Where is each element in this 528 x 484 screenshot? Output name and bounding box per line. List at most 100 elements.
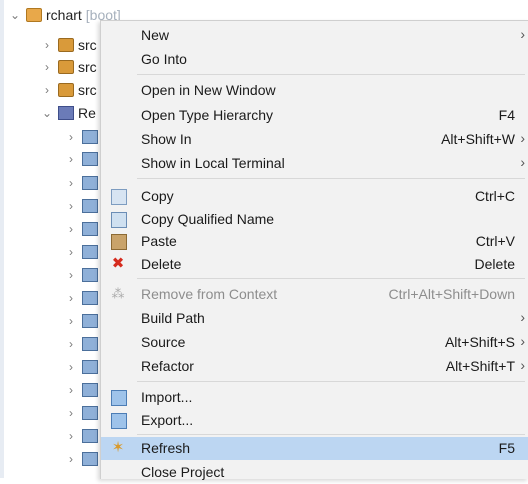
tree-item-src[interactable]: › src (40, 34, 97, 56)
copy-icon (111, 189, 127, 205)
tree-item-jar[interactable]: › (64, 356, 102, 378)
refresh-icon: ✶ (111, 439, 125, 456)
jar-icon (82, 222, 98, 236)
chevron-right-icon[interactable]: › (64, 429, 78, 443)
paste-icon (111, 234, 127, 250)
menu-separator (137, 381, 525, 382)
jar-icon (82, 452, 98, 466)
jar-icon (82, 152, 98, 166)
menu-item-label: Open Type Hierarchy (141, 107, 274, 123)
source-folder-icon (58, 38, 74, 52)
tree-item-src[interactable]: › src (40, 79, 97, 101)
delete-icon: ✖ (111, 255, 125, 272)
tree-item-jar[interactable]: › (64, 379, 102, 401)
menu-item-label: Go Into (141, 51, 187, 67)
tree-item-jar[interactable]: › (64, 287, 102, 309)
menu-item-shortcut: F5 (498, 440, 515, 456)
chevron-right-icon: › (520, 357, 525, 373)
jar-icon (82, 406, 98, 420)
library-icon (58, 106, 74, 120)
chevron-right-icon[interactable]: › (64, 360, 78, 374)
tree-item-label: src (78, 59, 97, 75)
chevron-down-icon[interactable]: ⌄ (40, 106, 54, 120)
menu-item-copy[interactable]: Copy Ctrl+C (101, 185, 528, 208)
menu-item-shortcut: Ctrl+V (475, 233, 515, 249)
menu-item-remove-from-context[interactable]: ⁂ Remove from Context Ctrl+Alt+Shift+Dow… (101, 283, 528, 306)
menu-separator (137, 434, 525, 435)
chevron-right-icon[interactable]: › (64, 130, 78, 144)
menu-item-label: Source (141, 334, 186, 350)
menu-item-shortcut: Alt+Shift+T (445, 358, 515, 374)
project-folder-icon (26, 8, 42, 22)
chevron-right-icon[interactable]: › (64, 245, 78, 259)
jar-icon (82, 245, 98, 259)
tree-item-src[interactable]: › src (40, 56, 97, 78)
chevron-right-icon[interactable]: › (64, 383, 78, 397)
menu-item-go-into[interactable]: Go Into (101, 48, 528, 71)
tree-item-jar[interactable]: › (64, 425, 102, 447)
jar-icon (82, 176, 98, 190)
chevron-right-icon[interactable]: › (64, 337, 78, 351)
remove-from-context-icon: ⁂ (111, 286, 125, 301)
chevron-right-icon[interactable]: › (64, 176, 78, 190)
menu-item-label: Refresh (141, 440, 191, 456)
tree-item-jar[interactable]: › (64, 218, 102, 240)
chevron-right-icon[interactable]: › (64, 268, 78, 282)
tree-item-jar[interactable]: › (64, 402, 102, 424)
jar-icon (82, 268, 98, 282)
menu-item-shortcut: F4 (498, 107, 515, 123)
chevron-right-icon[interactable]: › (40, 83, 54, 97)
menu-item-build-path[interactable]: Build Path › (101, 307, 528, 330)
tree-item-library[interactable]: ⌄ Re (40, 102, 96, 124)
menu-item-paste[interactable]: Paste Ctrl+V (101, 230, 528, 253)
menu-item-refresh[interactable]: ✶ Refresh F5 (101, 437, 528, 460)
menu-item-label: Show in Local Terminal (141, 155, 285, 171)
tree-item-jar[interactable]: › (64, 333, 102, 355)
chevron-right-icon[interactable]: › (64, 152, 78, 166)
chevron-down-icon[interactable]: ⌄ (8, 8, 22, 22)
menu-item-label: Copy (141, 188, 174, 204)
jar-icon (82, 360, 98, 374)
menu-item-label: Import... (141, 389, 193, 405)
menu-item-refactor[interactable]: Refactor Alt+Shift+T › (101, 355, 528, 378)
tree-item-jar[interactable]: › (64, 241, 102, 263)
menu-item-open-type-hierarchy[interactable]: Open Type Hierarchy F4 (101, 104, 528, 127)
tree-item-jar[interactable]: › (64, 310, 102, 332)
menu-item-import[interactable]: Import... (101, 386, 528, 409)
tree-item-jar[interactable]: › (64, 148, 102, 170)
menu-item-open-in-new-window[interactable]: Open in New Window (101, 79, 528, 102)
chevron-right-icon: › (520, 26, 525, 42)
chevron-right-icon[interactable]: › (64, 314, 78, 328)
chevron-right-icon[interactable]: › (64, 406, 78, 420)
context-menu: New › Go Into Open in New Window Open Ty… (100, 20, 528, 480)
tree-item-jar[interactable]: › (64, 264, 102, 286)
chevron-right-icon: › (520, 154, 525, 170)
menu-item-show-in-local-terminal[interactable]: Show in Local Terminal › (101, 152, 528, 175)
menu-item-close-project[interactable]: Close Project (101, 461, 528, 484)
chevron-right-icon[interactable]: › (64, 222, 78, 236)
tree-item-jar[interactable]: › (64, 195, 102, 217)
menu-item-source[interactable]: Source Alt+Shift+S › (101, 331, 528, 354)
menu-item-new[interactable]: New › (101, 24, 528, 47)
tree-item-jar[interactable]: › (64, 126, 102, 148)
menu-item-show-in[interactable]: Show In Alt+Shift+W › (101, 128, 528, 151)
tree-item-jar[interactable]: › (64, 448, 102, 470)
tree-item-jar[interactable]: › (64, 172, 102, 194)
menu-item-delete[interactable]: ✖ Delete Delete (101, 253, 528, 276)
chevron-right-icon[interactable]: › (64, 291, 78, 305)
chevron-right-icon[interactable]: › (64, 199, 78, 213)
chevron-right-icon: › (520, 130, 525, 146)
menu-item-label: Build Path (141, 310, 205, 326)
chevron-right-icon: › (520, 309, 525, 325)
jar-icon (82, 337, 98, 351)
source-folder-icon (58, 83, 74, 97)
chevron-right-icon[interactable]: › (64, 452, 78, 466)
menu-item-export[interactable]: Export... (101, 409, 528, 432)
menu-separator (137, 178, 525, 179)
menu-separator (137, 278, 525, 279)
chevron-right-icon[interactable]: › (40, 60, 54, 74)
chevron-right-icon[interactable]: › (40, 38, 54, 52)
chevron-right-icon: › (520, 333, 525, 349)
export-icon (111, 413, 127, 429)
menu-item-copy-qualified-name[interactable]: Copy Qualified Name (101, 208, 528, 231)
